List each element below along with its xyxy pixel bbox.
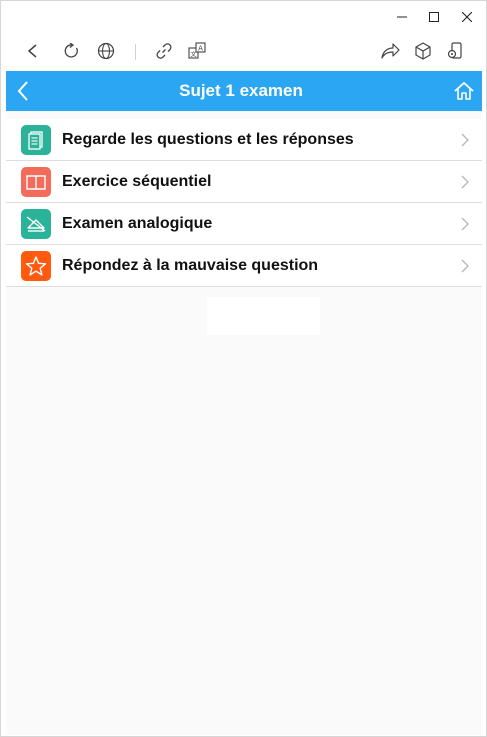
menu-item-mock-exam[interactable]: Examen analogique <box>6 203 482 245</box>
link-button[interactable] <box>151 39 177 63</box>
exam-icon <box>21 209 51 239</box>
globe-button[interactable] <box>93 39 119 63</box>
menu-item-label: Exercice séquentiel <box>62 173 212 190</box>
page-title: Sujet 1 examen <box>179 81 303 100</box>
cube-icon <box>415 42 431 60</box>
chevron-right-icon <box>461 259 469 273</box>
menu-item-label: Répondez à la mauvaise question <box>62 257 319 274</box>
phone-icon <box>447 42 462 59</box>
content-area: Regarde les questions et les réponses Ex… <box>6 111 482 735</box>
maximize-button[interactable] <box>417 1 451 33</box>
chevron-right-icon <box>461 175 469 189</box>
star-icon <box>21 251 51 281</box>
share-button[interactable] <box>377 39 403 63</box>
refresh-icon <box>64 43 78 58</box>
notes-icon <box>21 125 51 155</box>
home-icon <box>454 82 474 100</box>
home-button[interactable] <box>452 79 476 103</box>
back-icon <box>27 44 37 58</box>
blank-panel <box>207 297 320 335</box>
maximize-icon <box>429 12 439 22</box>
chevron-right-icon <box>461 217 469 231</box>
nav-back-button[interactable] <box>20 39 46 63</box>
menu-item-sequential-exercise[interactable]: Exercice séquentiel <box>6 161 482 203</box>
menu-list: Regarde les questions et les réponses Ex… <box>6 119 482 287</box>
app-header: Sujet 1 examen <box>6 71 482 111</box>
minimize-icon <box>397 16 407 18</box>
chevron-right-icon <box>461 133 469 147</box>
refresh-button[interactable] <box>59 39 85 63</box>
globe-icon <box>97 42 115 60</box>
svg-text:文: 文 <box>190 51 196 59</box>
book-icon <box>21 167 51 197</box>
header-back-button[interactable] <box>12 79 34 103</box>
link-icon <box>156 43 172 59</box>
menu-item-questions-answers[interactable]: Regarde les questions et les réponses <box>6 119 482 161</box>
close-icon <box>462 12 472 22</box>
chevron-left-icon <box>17 81 28 101</box>
translate-button[interactable]: A 文 <box>184 39 210 63</box>
browser-window: A 文 Sujet 1 examen Regarde les questions… <box>0 0 487 737</box>
cube-button[interactable] <box>410 39 436 63</box>
title-bar <box>1 1 486 33</box>
share-icon <box>381 43 400 59</box>
browser-toolbar: A 文 <box>1 33 486 69</box>
toolbar-divider <box>135 44 136 60</box>
menu-item-label: Examen analogique <box>62 215 213 232</box>
menu-item-label: Regarde les questions et les réponses <box>62 131 354 148</box>
menu-item-wrong-questions[interactable]: Répondez à la mauvaise question <box>6 245 482 287</box>
device-button[interactable] <box>442 39 468 63</box>
translate-icon: A 文 <box>188 42 206 59</box>
svg-text:A: A <box>198 45 203 53</box>
close-button[interactable] <box>450 1 484 33</box>
minimize-button[interactable] <box>385 1 419 33</box>
